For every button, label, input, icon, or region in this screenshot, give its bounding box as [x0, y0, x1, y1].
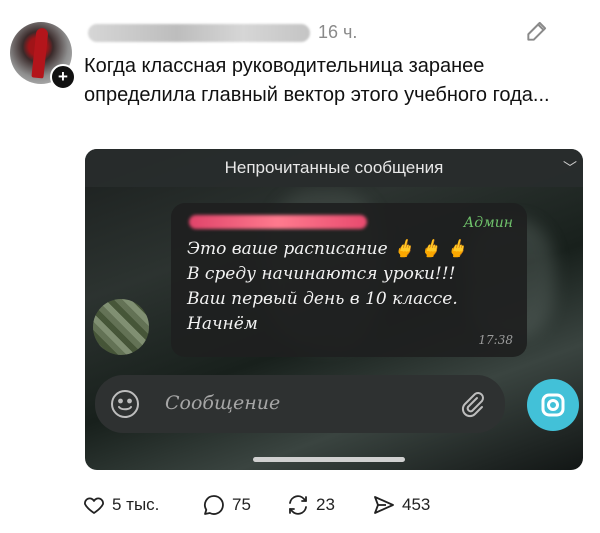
unread-label: Непрочитанные сообщения	[224, 158, 444, 177]
author-username-blurred[interactable]	[88, 24, 310, 42]
message-bubble: Админ Это ваше расписание 🖕 🖕 🖕 В среду …	[171, 203, 527, 357]
heart-icon	[84, 497, 104, 514]
home-indicator	[253, 457, 405, 462]
post-media[interactable]: Непрочитанные сообщения ﹀ Админ Это ваше…	[85, 149, 583, 470]
camera-icon	[541, 393, 565, 417]
like-button[interactable]: 5 тыс.	[82, 490, 159, 520]
post-actions: 5 тыс. 75 23 453	[82, 490, 502, 520]
share-button[interactable]: 453	[372, 490, 430, 520]
post-header: + 16 ч. Когда классная руководительница …	[0, 0, 600, 140]
unread-messages-bar: Непрочитанные сообщения ﹀	[85, 149, 583, 187]
paperclip-icon[interactable]	[457, 389, 487, 419]
follow-button[interactable]: +	[50, 64, 76, 90]
message-text: Это ваше расписание 🖕 🖕 🖕 В среду начина…	[187, 239, 468, 334]
post-caption: Когда классная руководительница заранее …	[84, 55, 550, 106]
comment-icon	[204, 495, 224, 515]
comment-count: 75	[232, 495, 251, 514]
avatar-figure	[31, 27, 49, 79]
message-input-placeholder[interactable]: Сообщение	[165, 392, 280, 414]
admin-badge: Админ	[463, 215, 513, 231]
like-count: 5 тыс.	[112, 495, 160, 514]
chevron-down-icon: ﹀	[563, 160, 577, 176]
share-count: 453	[402, 495, 431, 514]
sender-name-blurred	[189, 215, 367, 229]
message-composer[interactable]: Сообщение	[95, 375, 505, 433]
comment-button[interactable]: 75	[202, 490, 251, 520]
sender-avatar-pixelated	[93, 299, 149, 355]
message-time: 17:38	[478, 333, 513, 347]
smile-icon[interactable]	[109, 388, 141, 420]
edit-icon[interactable]	[524, 18, 550, 44]
repost-count: 23	[316, 495, 335, 514]
camera-button[interactable]	[527, 379, 579, 431]
repost-button[interactable]: 23	[286, 490, 335, 520]
repost-icon	[289, 495, 307, 515]
share-icon	[374, 496, 394, 514]
post-timestamp: 16 ч.	[318, 22, 358, 42]
